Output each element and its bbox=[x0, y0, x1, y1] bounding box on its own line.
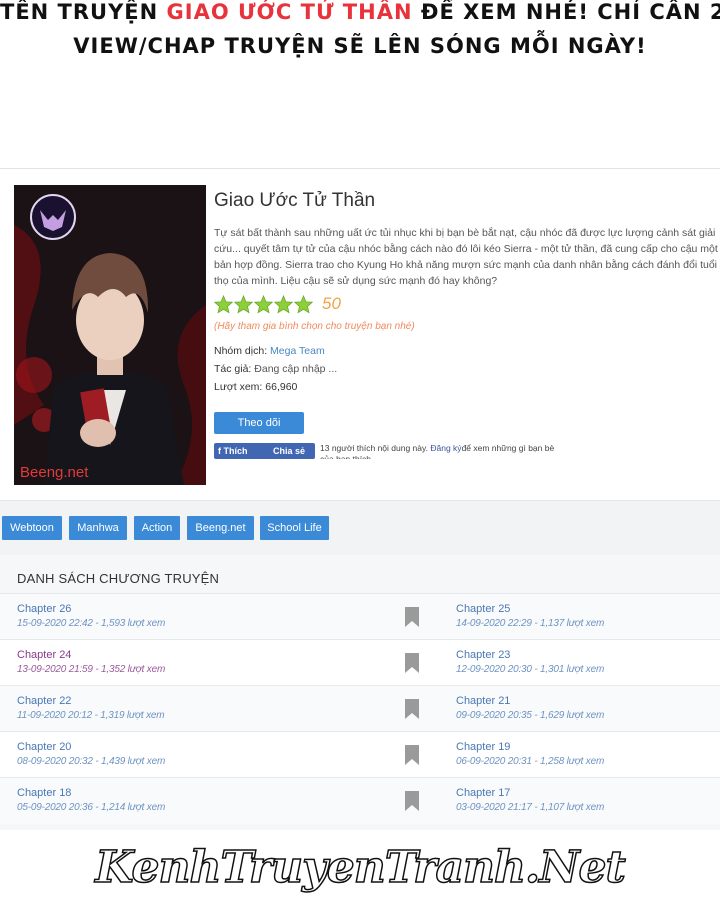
chapter-row: Chapter 20 08-09-2020 20:32 - 1,439 lượt… bbox=[0, 731, 720, 778]
manga-info-panel: Beeng.net Giao Ước Tử Thần Tự sát bất th… bbox=[0, 168, 720, 501]
tag-manhwa[interactable]: Manhwa bbox=[69, 516, 127, 540]
fb-like-label: Thích bbox=[223, 446, 248, 456]
chapter-link[interactable]: Chapter 18 bbox=[17, 787, 71, 799]
group-link[interactable]: Mega Team bbox=[270, 345, 325, 357]
chapter-link[interactable]: Chapter 17 bbox=[456, 787, 510, 799]
chapter-info: 11-09-2020 20:12 - 1,319 lượt xem bbox=[17, 710, 165, 721]
group-label: Nhóm dịch: bbox=[214, 345, 268, 357]
views-value: 66,960 bbox=[265, 381, 298, 393]
views-label: Lượt xem: bbox=[214, 381, 263, 393]
chapter-link[interactable]: Chapter 21 bbox=[456, 695, 510, 707]
chapter-row: Chapter 18 05-09-2020 20:36 - 1,214 lượt… bbox=[0, 777, 720, 824]
chapter-row: Chapter 24 13-09-2020 21:59 - 1,352 lượt… bbox=[0, 639, 720, 686]
tag-school-life[interactable]: School Life bbox=[260, 516, 329, 540]
manga-title[interactable]: Giao Ước Tử Thần bbox=[214, 190, 375, 212]
star-icon[interactable] bbox=[234, 294, 253, 314]
banner-text-a: TÊN TRUYỆN bbox=[0, 0, 167, 24]
banner-line-1: TÊN TRUYỆN GIAO ƯỚC TỬ THẦN ĐỂ XEM NHÉ! … bbox=[0, 0, 720, 28]
chapter-info: 08-09-2020 20:32 - 1,439 lượt xem bbox=[17, 756, 166, 767]
genre-tags: Webtoon Manhwa Action Beeng.net School L… bbox=[0, 500, 720, 556]
star-icon[interactable] bbox=[214, 294, 233, 314]
chapter-list-heading: DANH SÁCH CHƯƠNG TRUYỆN bbox=[17, 571, 220, 586]
tag-webtoon[interactable]: Webtoon bbox=[2, 516, 62, 540]
bookmark-icon[interactable] bbox=[404, 745, 420, 765]
fb-signup-link[interactable]: Đăng ký bbox=[430, 443, 461, 453]
author-label: Tác giả: bbox=[214, 363, 252, 375]
star-icon[interactable] bbox=[254, 294, 273, 314]
chapter-info: 05-09-2020 20:36 - 1,214 lượt xem bbox=[17, 802, 166, 813]
chapter-link[interactable]: Chapter 25 bbox=[456, 603, 510, 615]
fb-likes-count: 13 người thích nội dung này. bbox=[320, 443, 428, 453]
fb-social-text: 13 người thích nội dung này. Đăng kýđể x… bbox=[320, 443, 570, 459]
site-logo: KenhTruyenTranh.Net bbox=[94, 841, 626, 894]
vote-hint: (Hãy tham gia bình chọn cho truyện bạn n… bbox=[214, 321, 415, 332]
cover-watermark: Beeng.net bbox=[20, 464, 89, 481]
chapter-info: 15-09-2020 22:42 - 1,593 lượt xem bbox=[17, 618, 166, 629]
bookmark-icon[interactable] bbox=[404, 653, 420, 673]
bookmark-icon[interactable] bbox=[404, 791, 420, 811]
rating-stars[interactable]: 50 bbox=[214, 294, 341, 314]
group-row: Nhóm dịch: Mega Team bbox=[214, 345, 325, 357]
bookmark-icon[interactable] bbox=[404, 699, 420, 719]
chapter-info: 03-09-2020 21:17 - 1,107 lượt xem bbox=[456, 802, 605, 813]
chapter-info: 12-09-2020 20:30 - 1,301 lượt xem bbox=[456, 664, 605, 675]
author-value: Đang cập nhập ... bbox=[254, 363, 338, 375]
author-row: Tác giả: Đang cập nhập ... bbox=[214, 363, 337, 375]
chapter-link[interactable]: Chapter 24 bbox=[17, 649, 71, 661]
bookmark-icon[interactable] bbox=[404, 607, 420, 627]
star-icon[interactable] bbox=[294, 294, 313, 314]
footer-watermark: KenhTruyenTranh.Net bbox=[0, 830, 720, 905]
star-icon[interactable] bbox=[274, 294, 293, 314]
chapter-info: 09-09-2020 20:35 - 1,629 lượt xem bbox=[456, 710, 605, 721]
manga-cover-image[interactable]: Beeng.net bbox=[14, 185, 206, 485]
tag-action[interactable]: Action bbox=[134, 516, 180, 540]
fb-share-button[interactable]: Chia sẻ bbox=[269, 443, 315, 459]
chapter-link[interactable]: Chapter 20 bbox=[17, 741, 71, 753]
views-row: Lượt xem: 66,960 bbox=[214, 381, 297, 393]
chapter-link[interactable]: Chapter 22 bbox=[17, 695, 71, 707]
chapter-link[interactable]: Chapter 19 bbox=[456, 741, 510, 753]
banner-highlight: GIAO ƯỚC TỬ THẦN bbox=[166, 0, 413, 24]
tag-beeng-net[interactable]: Beeng.net bbox=[187, 516, 254, 540]
manga-description: Tự sát bất thành sau những uất ức tủi nh… bbox=[214, 227, 718, 287]
chapter-info: 14-09-2020 22:29 - 1,137 lượt xem bbox=[456, 618, 605, 629]
banner-line-2: VIEW/CHAP TRUYỆN SẼ LÊN SÓNG MỖI NGÀY! bbox=[73, 34, 647, 58]
cover-art: Beeng.net bbox=[14, 185, 206, 485]
rating-score: 50 bbox=[322, 294, 341, 313]
follow-button[interactable]: Theo dõi bbox=[214, 412, 304, 434]
banner-text-b: ĐỂ XEM NHÉ! CHỈ CẦN 2K bbox=[412, 0, 720, 24]
chapter-row: Chapter 22 11-09-2020 20:12 - 1,319 lượt… bbox=[0, 685, 720, 732]
facebook-icon: f bbox=[218, 446, 221, 456]
chapter-link[interactable]: Chapter 26 bbox=[17, 603, 71, 615]
chapter-info: 13-09-2020 21:59 - 1,352 lượt xem bbox=[17, 664, 166, 675]
fb-like-button[interactable]: f Thích bbox=[214, 443, 272, 459]
chapter-row: Chapter 26 15-09-2020 22:42 - 1,593 lượt… bbox=[0, 593, 720, 640]
chapter-list: DANH SÁCH CHƯƠNG TRUYỆN Chapter 26 15-09… bbox=[0, 555, 720, 830]
chapter-link[interactable]: Chapter 23 bbox=[456, 649, 510, 661]
chapter-info: 06-09-2020 20:31 - 1,258 lượt xem bbox=[456, 756, 605, 767]
